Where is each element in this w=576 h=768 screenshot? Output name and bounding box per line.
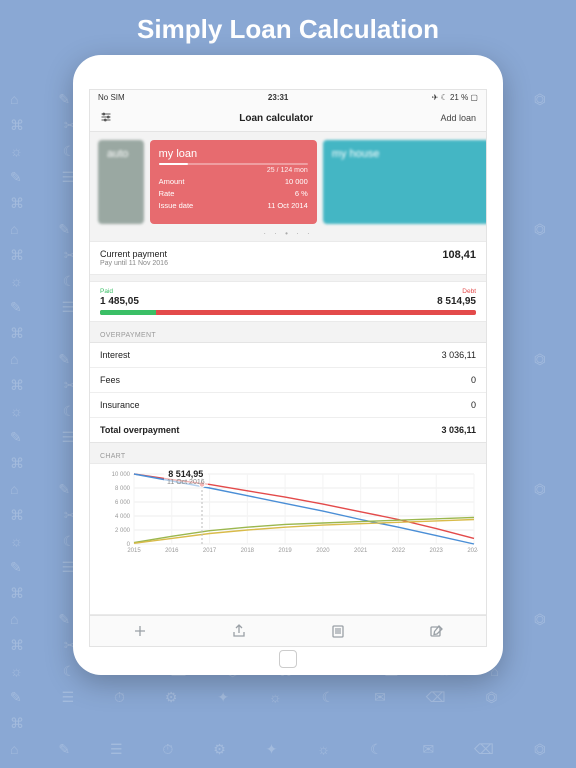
card-kv-row: Issue date11 Oct 2014 [159, 201, 308, 210]
chart-tooltip: 8 514,95 11 Oct 2016 [164, 468, 208, 487]
tablet-frame: No SIM 23:31 ✈ ☾ 21 % ▢ Loan calculator … [73, 55, 503, 675]
card-progress-text: 25 / 124 mon [159, 167, 308, 174]
card-kv-row: Amount10 000 [159, 177, 308, 186]
paid-debt-panel: Paid Debt 1 485,05 8 514,95 [90, 281, 486, 322]
status-time: 23:31 [268, 93, 288, 102]
app-screen: No SIM 23:31 ✈ ☾ 21 % ▢ Loan calculator … [89, 89, 487, 647]
svg-text:2021: 2021 [354, 548, 368, 554]
bottom-toolbar [90, 615, 486, 646]
overpayment-list: Interest3 036,11Fees0Insurance0Total ove… [90, 342, 486, 443]
chart-svg: 02 0004 0006 0008 00010 0002015201620172… [98, 468, 478, 558]
status-left: No SIM [98, 93, 125, 102]
svg-text:2022: 2022 [392, 548, 406, 554]
svg-text:2015: 2015 [127, 548, 141, 554]
loan-card-active[interactable]: my loan 25 / 124 mon Amount10 000 Rate6 %… [150, 140, 317, 224]
card-title: my loan [159, 148, 308, 160]
svg-text:2024: 2024 [467, 548, 478, 554]
edit-button[interactable] [429, 623, 445, 639]
loan-chart[interactable]: 8 514,95 11 Oct 2016 02 0004 0006 0008 0… [90, 463, 486, 615]
loan-card-next[interactable]: my house [323, 140, 486, 224]
sliders-icon [100, 111, 112, 125]
current-payment-amount: 108,41 [442, 249, 476, 261]
loan-cards-carousel[interactable]: auto my loan 25 / 124 mon Amount10 000 Ra… [90, 132, 486, 232]
paid-debt-bar [100, 310, 476, 315]
svg-text:8 000: 8 000 [115, 486, 131, 492]
svg-text:6 000: 6 000 [115, 500, 131, 506]
current-payment-label: Current payment [100, 249, 168, 259]
add-button[interactable] [132, 623, 148, 639]
page-title: Loan calculator [239, 113, 313, 124]
overpayment-row: Interest3 036,11 [90, 342, 486, 367]
overpayment-row: Fees0 [90, 367, 486, 392]
schedule-button[interactable] [330, 623, 346, 639]
card-title: auto [107, 148, 135, 160]
svg-text:2 000: 2 000 [115, 528, 131, 534]
current-payment-panel: Current payment Pay until 11 Nov 2016 10… [90, 241, 486, 275]
chart-header: CHART [90, 449, 486, 463]
svg-text:2017: 2017 [203, 548, 217, 554]
svg-text:2018: 2018 [241, 548, 255, 554]
overpayment-total-row: Total overpayment3 036,11 [90, 417, 486, 442]
svg-text:10 000: 10 000 [112, 472, 131, 478]
home-button[interactable] [279, 650, 297, 668]
add-loan-button[interactable]: Add loan [440, 113, 476, 123]
loan-card-prev[interactable]: auto [98, 140, 144, 224]
svg-text:2019: 2019 [278, 548, 292, 554]
status-right: ✈ ☾ 21 % ▢ [432, 93, 478, 102]
card-title: my house [332, 148, 481, 160]
debt-label: Debt [462, 288, 476, 295]
status-bar: No SIM 23:31 ✈ ☾ 21 % ▢ [90, 90, 486, 105]
paid-label: Paid [100, 288, 113, 295]
carousel-pager: · · • · · [90, 229, 486, 238]
svg-text:2020: 2020 [316, 548, 330, 554]
filter-button[interactable] [100, 111, 112, 125]
paid-value: 1 485,05 [100, 296, 139, 307]
svg-text:4 000: 4 000 [115, 514, 131, 520]
nav-bar: Loan calculator Add loan [90, 105, 486, 132]
debt-value: 8 514,95 [437, 296, 476, 307]
tooltip-value: 8 514,95 [167, 469, 205, 479]
share-button[interactable] [231, 623, 247, 639]
svg-text:2023: 2023 [430, 548, 444, 554]
overpayment-row: Insurance0 [90, 392, 486, 417]
current-payment-sub: Pay until 11 Nov 2016 [100, 260, 168, 267]
card-kv-row: Rate6 % [159, 189, 308, 198]
svg-text:2016: 2016 [165, 548, 179, 554]
tooltip-date: 11 Oct 2016 [167, 479, 205, 486]
overpayment-header: OVERPAYMENT [90, 328, 486, 342]
card-progress-bar [159, 163, 308, 165]
